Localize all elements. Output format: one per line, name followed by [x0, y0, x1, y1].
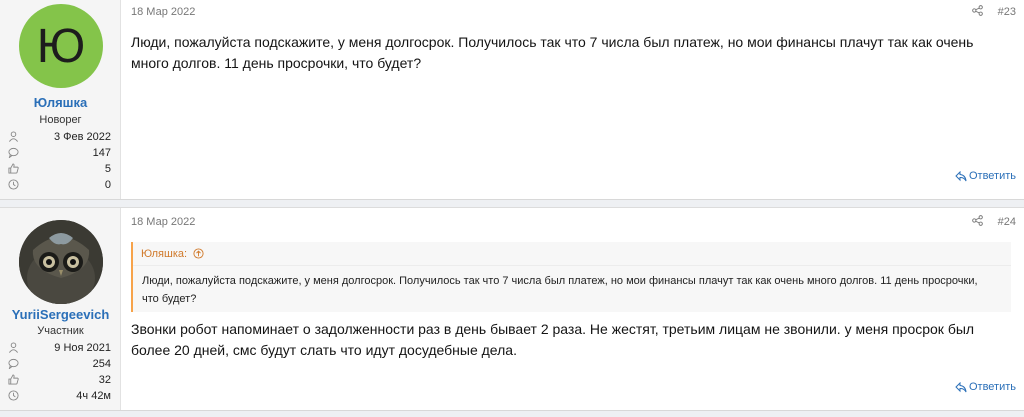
points-value: 4ч 42м: [76, 390, 111, 402]
comment-icon: [8, 147, 19, 158]
messages-value: 147: [92, 147, 111, 159]
reply-button[interactable]: Ответить: [955, 381, 1016, 393]
share-icon[interactable]: [972, 215, 983, 226]
thumbs-up-icon: [8, 374, 19, 385]
reply-icon: [955, 381, 967, 392]
user-title: Участник: [37, 325, 84, 337]
stat-reactions: 32: [0, 373, 121, 389]
thumbs-up-icon: [8, 163, 19, 174]
post-separator: [0, 200, 1024, 208]
reply-label: Ответить: [968, 170, 1016, 182]
user-info-panel: YuriiSergeevich Участник 9 Ноя 2021 254 …: [0, 208, 121, 410]
post-date[interactable]: 18 Мар 2022: [131, 216, 195, 228]
stat-messages: 147: [0, 146, 121, 162]
user-title: Новорег: [39, 114, 82, 126]
username[interactable]: Юляшка: [0, 95, 121, 110]
user-info-panel: Ю Юляшка Новорег 3 Фев 2022 147 5 0: [0, 0, 121, 199]
stat-points: 4ч 42м: [0, 389, 121, 405]
post-date[interactable]: 18 Мар 2022: [131, 6, 195, 18]
post-separator: [0, 411, 1024, 417]
reply-button[interactable]: Ответить: [955, 170, 1016, 182]
reactions-value: 5: [104, 163, 111, 175]
quote-text: Люди, пожалуйста подскажите, у меня долг…: [142, 275, 978, 305]
quote-block: Юляшка: Люди, пожалуйста подскажите, у м…: [131, 242, 1011, 312]
messages-value: 254: [92, 358, 111, 370]
stat-points: 0: [0, 178, 121, 194]
user-icon: [9, 342, 18, 353]
joined-value: 3 Фев 2022: [53, 131, 111, 143]
stat-reactions: 5: [0, 162, 121, 178]
reactions-value: 32: [98, 374, 111, 386]
post-message: Звонки робот напоминает о задолженности …: [131, 321, 975, 358]
clock-icon: [8, 390, 19, 401]
reply-icon: [955, 170, 967, 181]
avatar[interactable]: Ю: [19, 4, 103, 88]
user-icon: [9, 131, 18, 142]
share-icon[interactable]: [972, 5, 983, 16]
points-value: 0: [104, 179, 111, 191]
avatar-letter: Ю: [36, 19, 86, 73]
stat-messages: 254: [0, 357, 121, 373]
post-number[interactable]: #23: [998, 6, 1016, 18]
quote-header[interactable]: Юляшка:: [133, 242, 1011, 266]
post-23: Ю Юляшка Новорег 3 Фев 2022 147 5 0 18 М…: [0, 0, 1024, 200]
owl-avatar-image: [19, 220, 103, 304]
username[interactable]: YuriiSergeevich: [0, 307, 121, 322]
quote-author[interactable]: Юляшка:: [141, 248, 187, 260]
joined-value: 9 Ноя 2021: [54, 342, 111, 354]
avatar[interactable]: [19, 220, 103, 304]
comment-icon: [8, 358, 19, 369]
stat-joined: 3 Фев 2022: [0, 130, 121, 146]
reply-label: Ответить: [968, 381, 1016, 393]
post-number[interactable]: #24: [998, 216, 1016, 228]
stat-joined: 9 Ноя 2021: [0, 341, 121, 357]
clock-icon: [8, 179, 19, 190]
post-message: Люди, пожалуйста подскажите, у меня долг…: [131, 34, 974, 71]
arrow-up-circle-icon[interactable]: [193, 248, 204, 259]
